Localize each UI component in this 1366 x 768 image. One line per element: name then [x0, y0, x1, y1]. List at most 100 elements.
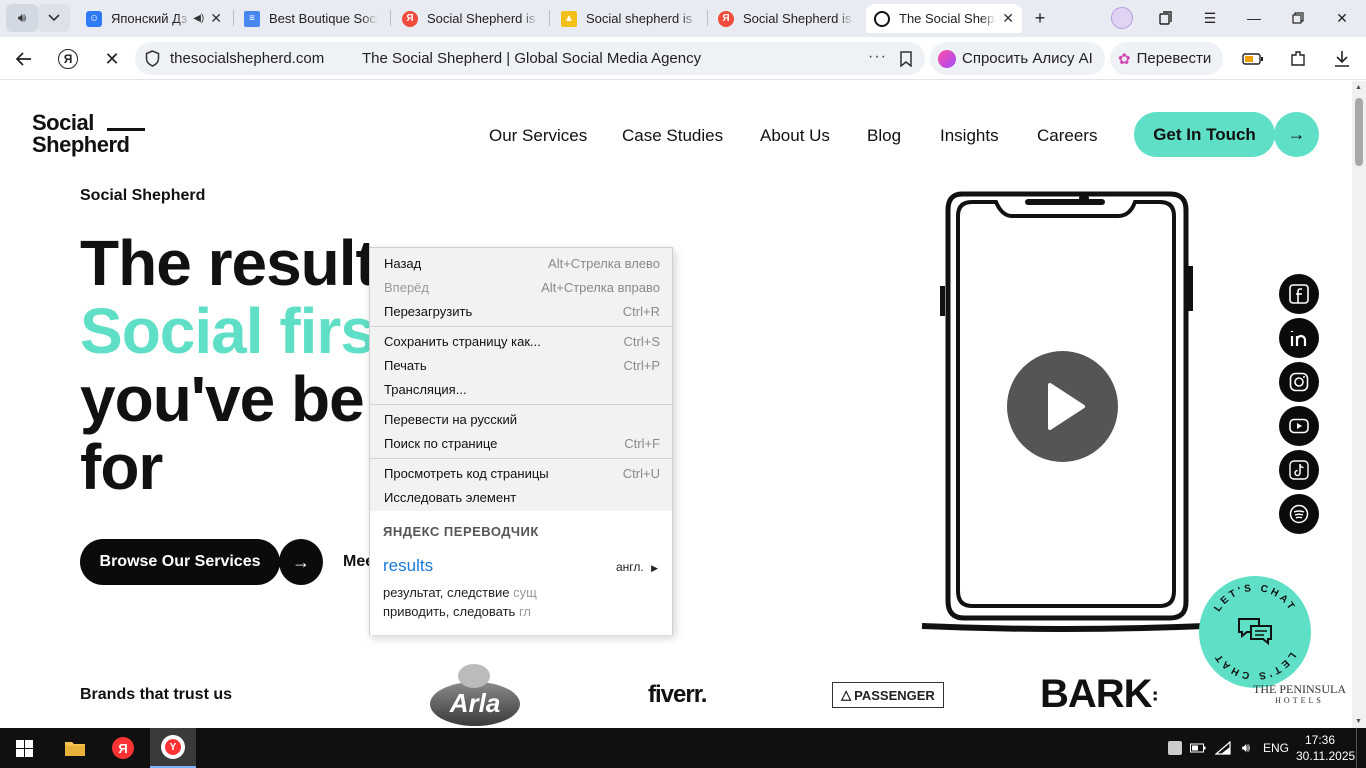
page-scrollbar[interactable]: ▲ ▼: [1352, 81, 1366, 728]
translate-button[interactable]: ✿ Перевести: [1110, 42, 1224, 75]
site-logo[interactable]: Social Shepherd: [32, 112, 145, 156]
yandex-home-button[interactable]: Я: [55, 46, 81, 72]
arrow-right-icon: →: [1287, 124, 1306, 144]
nav-about-us[interactable]: About Us: [760, 126, 830, 146]
nav-insights[interactable]: Insights: [940, 126, 999, 146]
language-indicator[interactable]: ENG: [1259, 732, 1293, 764]
menu-button[interactable]: ☰: [1198, 6, 1222, 30]
close-window-button[interactable]: ✕: [1330, 6, 1354, 30]
menu-item-shortcut: Alt+Стрелка вправо: [541, 279, 660, 295]
menu-item-reload[interactable]: Перезагрузить Ctrl+R: [384, 301, 660, 321]
spotify-icon: [1289, 504, 1309, 524]
start-button[interactable]: [4, 732, 44, 764]
play-icon: [1048, 383, 1085, 430]
linkedin-link[interactable]: [1279, 318, 1319, 358]
menu-item-translate[interactable]: Перевести на русский: [384, 409, 660, 429]
extensions-button[interactable]: [1285, 46, 1311, 72]
close-icon: ✕: [104, 48, 120, 69]
menu-item-save-page[interactable]: Сохранить страницу как... Ctrl+S: [384, 331, 660, 351]
close-icon[interactable]: ✕: [210, 10, 222, 27]
scroll-up-icon[interactable]: ▲: [1355, 84, 1362, 91]
tab-2[interactable]: Я Social Shepherd is a: [394, 4, 546, 33]
windows-icon: [15, 739, 33, 757]
nav-careers[interactable]: Careers: [1037, 126, 1097, 146]
tab-1[interactable]: ≡ Best Boutique Soci: [236, 4, 386, 33]
menu-item-label: Перевести на русский: [384, 411, 518, 427]
spotify-link[interactable]: [1279, 494, 1319, 534]
ask-alice-button[interactable]: Спросить Алису AI: [930, 42, 1105, 75]
get-in-touch-button[interactable]: Get In Touch: [1134, 112, 1275, 157]
get-in-touch-arrow-button[interactable]: →: [1274, 112, 1319, 157]
web-page: Social Shepherd Our Services Case Studie…: [0, 81, 1352, 728]
speaker-icon[interactable]: ◀): [193, 13, 204, 24]
volume-tray-icon[interactable]: 🔊︎: [1236, 732, 1256, 764]
menu-item-cast[interactable]: Трансляция...: [384, 379, 660, 399]
menu-item-view-source[interactable]: Просмотреть код страницы Ctrl+U: [384, 463, 660, 483]
instagram-link[interactable]: [1279, 362, 1319, 402]
scrollbar-thumb[interactable]: [1355, 98, 1363, 166]
youtube-link[interactable]: [1279, 406, 1319, 446]
menu-item-shortcut: Ctrl+P: [623, 357, 660, 373]
clock[interactable]: 17:36 30.11.2025: [1296, 732, 1355, 764]
translated-word[interactable]: results: [383, 556, 433, 576]
yandex-icon: Я: [402, 10, 418, 27]
tray-app-icon[interactable]: [1165, 732, 1185, 764]
profile-avatar[interactable]: [1110, 6, 1134, 30]
tab-list-button[interactable]: [38, 4, 70, 32]
menu-item-inspect[interactable]: Исследовать элемент: [384, 487, 660, 507]
menu-item-find[interactable]: Поиск по странице Ctrl+F: [384, 433, 660, 453]
restore-button[interactable]: [1286, 6, 1310, 30]
downloads-button[interactable]: [1329, 46, 1355, 72]
meaning-2: приводить, следовать гл: [383, 604, 531, 619]
browse-services-button[interactable]: Browse Our Services: [80, 539, 280, 585]
nav-case-studies[interactable]: Case Studies: [622, 126, 723, 146]
svg-text:LET'S CHAT: LET'S CHAT: [1212, 650, 1298, 681]
nav-blog[interactable]: Blog: [867, 126, 901, 146]
tab-3[interactable]: ▲ Social shepherd is a: [553, 4, 705, 33]
smile-icon: ☺: [86, 10, 102, 27]
nav-our-services[interactable]: Our Services: [489, 126, 587, 146]
stop-button[interactable]: ✕: [99, 46, 125, 72]
back-button[interactable]: [11, 46, 37, 72]
taskbar-explorer[interactable]: [55, 732, 95, 764]
windows-taskbar: Я Y 🔊︎ ENG 17:36 30.11.2025: [0, 728, 1366, 768]
download-icon: [1335, 51, 1349, 67]
menu-item-back[interactable]: Назад Alt+Стрелка влево: [384, 253, 660, 273]
yandex-icon: Я: [112, 737, 134, 759]
tab-0[interactable]: ☺ Японский Дз ◀) ✕: [78, 4, 230, 33]
browse-services-arrow-button[interactable]: →: [279, 539, 323, 585]
language-selector[interactable]: англ. ▶: [616, 560, 658, 574]
menu-item-print[interactable]: Печать Ctrl+P: [384, 355, 660, 375]
context-menu: Назад Alt+Стрелка влево Вперёд Alt+Стрел…: [369, 247, 673, 635]
address-field[interactable]: thesocialshepherd.com The Social Shepher…: [135, 42, 925, 75]
meaning-2-pos: гл: [518, 604, 531, 619]
taskbar-yandex-browser[interactable]: Y: [150, 728, 196, 768]
scroll-down-icon[interactable]: ▼: [1355, 718, 1362, 725]
facebook-link[interactable]: [1279, 274, 1319, 314]
show-desktop-button[interactable]: [1356, 728, 1366, 768]
tab-4[interactable]: Я Social Shepherd is a: [710, 4, 862, 33]
hero-line-2: Social firs: [80, 295, 376, 367]
close-icon[interactable]: ✕: [1002, 10, 1014, 27]
bookmark-icon[interactable]: [900, 51, 912, 67]
more-icon[interactable]: ···: [868, 48, 887, 66]
network-tray-icon[interactable]: [1213, 732, 1233, 764]
restore-icon: [1292, 12, 1304, 24]
collections-button[interactable]: [1154, 6, 1178, 30]
wifi-icon: [1215, 741, 1231, 755]
passenger-text: PASSENGER: [854, 687, 935, 703]
logo-line: [107, 128, 145, 131]
minimize-button[interactable]: —: [1242, 6, 1266, 30]
translate-icon: ✿: [1118, 50, 1131, 68]
menu-item-shortcut: Ctrl+S: [623, 333, 660, 349]
taskbar-yandex[interactable]: Я: [103, 732, 143, 764]
tab-5-active[interactable]: The Social Shepher ✕: [866, 4, 1022, 33]
tiktok-link[interactable]: [1279, 450, 1319, 490]
new-tab-button[interactable]: +: [1028, 6, 1052, 30]
battery-tray-icon[interactable]: [1188, 732, 1208, 764]
lets-chat-button[interactable]: LET'S CHAT LET'S CHAT: [1199, 576, 1311, 688]
battery-saver-button[interactable]: [1240, 46, 1266, 72]
arrow-left-icon: [16, 52, 31, 66]
play-video-button[interactable]: [1007, 351, 1118, 462]
tab-audio-button[interactable]: 🔊︎: [6, 4, 38, 32]
